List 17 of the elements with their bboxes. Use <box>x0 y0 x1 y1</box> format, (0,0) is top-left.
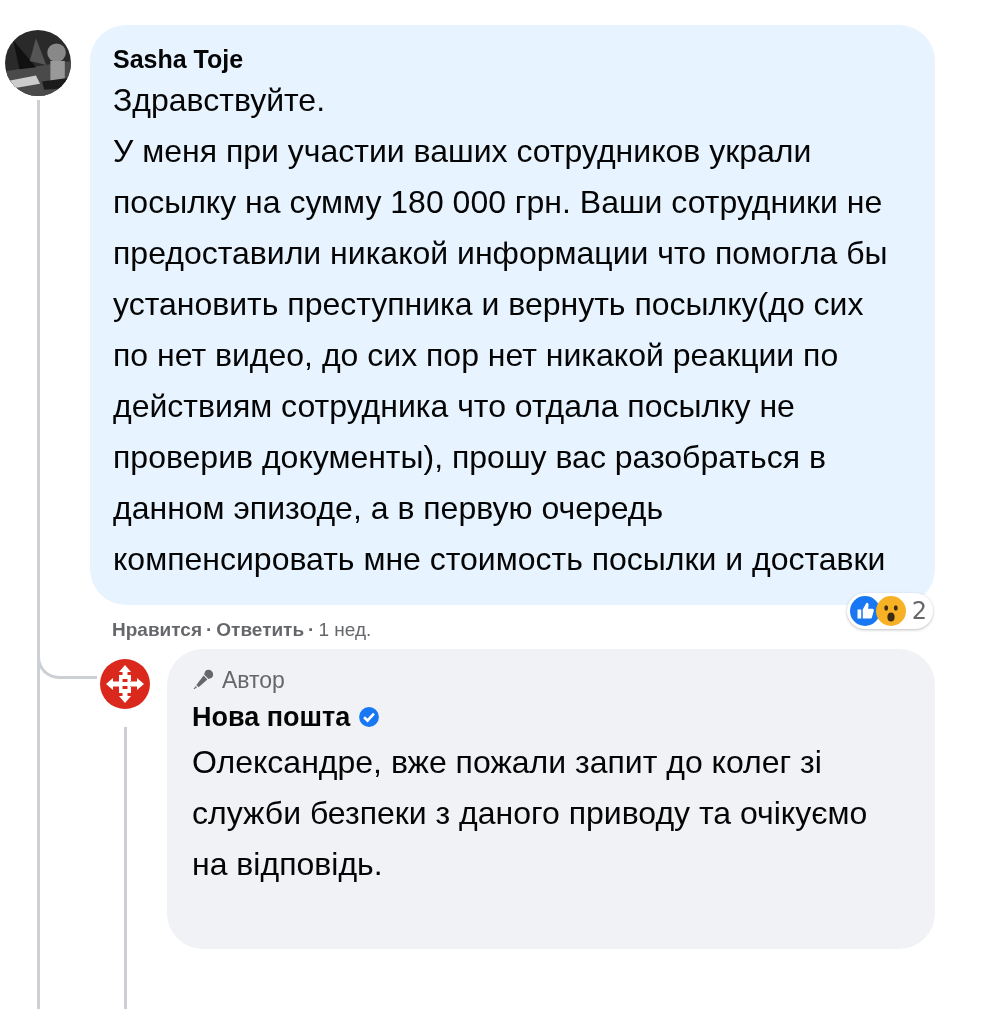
separator-dot: · <box>308 619 315 641</box>
comment-text: Здравствуйте. <box>113 81 327 120</box>
reaction-count-pill[interactable]: 2 <box>846 593 933 629</box>
comment-text: Олександре, вже пожали запит до колег зі служби безпеки з даного приводу та очікуємо на відповідь. <box>192 743 869 884</box>
comment-action-link[interactable]: Ответить <box>216 619 305 641</box>
logo-icon <box>100 659 150 709</box>
microphone-icon <box>192 669 214 691</box>
author-name[interactable]: Sasha Toje <box>113 43 913 75</box>
like-icon <box>849 596 880 626</box>
author-label: Автор <box>222 666 285 694</box>
wow-emoji-icon <box>875 596 906 626</box>
reaction-count: 2 <box>911 597 927 625</box>
separator-dot: · <box>205 619 213 641</box>
comment-time[interactable]: 1 нед. <box>318 619 372 641</box>
author-name[interactable]: Нова пошта <box>192 701 351 733</box>
comment-text: У меня при участии ваших сотрудников украли посылку на сумму 180 000 грн. Ваши сотрудники не предоставили никакой информации что помогла бы установить преступника и вернуть посылку(до сих по нет видео, до сих пор нет никакой реакции по действиям сотрудника что отдала посылку не проверив документы), прошу вас разобраться в данном эпизоде, а в первую очередь компенсировать мне стоимость посылки и доставки <box>113 132 889 579</box>
comment-action-link[interactable]: Нравится <box>112 619 202 641</box>
